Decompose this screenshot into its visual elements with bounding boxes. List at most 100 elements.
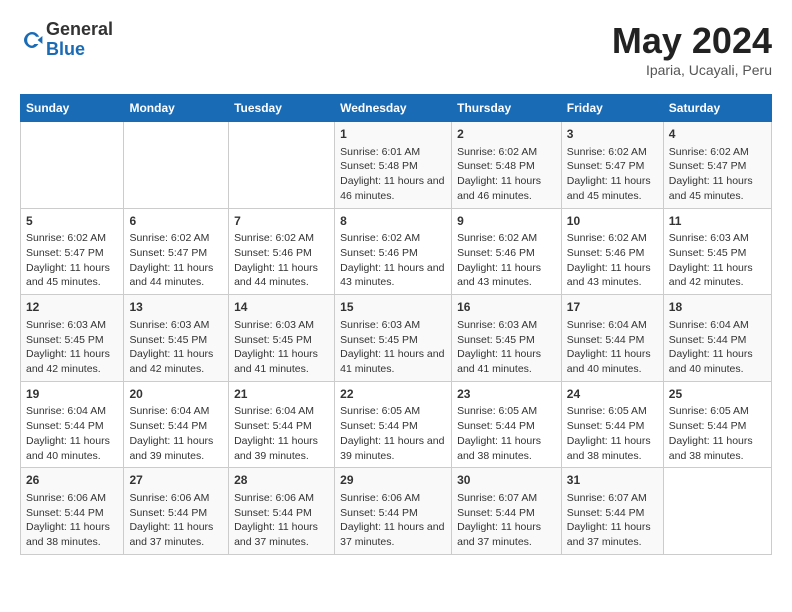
- day-detail: Sunrise: 6:02 AMSunset: 5:46 PMDaylight:…: [340, 231, 446, 290]
- day-cell: 17 Sunrise: 6:04 AMSunset: 5:44 PMDayligh…: [561, 295, 663, 382]
- day-detail: Sunrise: 6:04 AMSunset: 5:44 PMDaylight:…: [234, 404, 329, 463]
- header-cell-tuesday: Tuesday: [229, 95, 335, 122]
- day-cell: 28 Sunrise: 6:06 AMSunset: 5:44 PMDayligh…: [229, 468, 335, 555]
- day-detail: Sunrise: 6:02 AMSunset: 5:47 PMDaylight:…: [567, 145, 658, 204]
- header-cell-sunday: Sunday: [21, 95, 124, 122]
- day-detail: Sunrise: 6:04 AMSunset: 5:44 PMDaylight:…: [567, 318, 658, 377]
- day-number: 11: [669, 213, 766, 230]
- day-cell: 21Sunrise: 6:04 AMSunset: 5:44 PMDayligh…: [229, 381, 335, 468]
- day-detail: Sunrise: 6:05 AMSunset: 5:44 PMDaylight:…: [567, 404, 658, 463]
- week-row-4: 19Sunrise: 6:04 AMSunset: 5:44 PMDayligh…: [21, 381, 772, 468]
- day-detail: Sunrise: 6:05 AMSunset: 5:44 PMDaylight:…: [669, 404, 766, 463]
- day-detail: Sunrise: 6:02 AMSunset: 5:47 PMDaylight:…: [129, 231, 223, 290]
- day-detail: Sunrise: 6:06 AMSunset: 5:44 PMDaylight:…: [234, 491, 329, 550]
- day-cell: 29Sunrise: 6:06 AMSunset: 5:44 PMDayligh…: [335, 468, 452, 555]
- day-cell: 31 Sunrise: 6:07 AMSunset: 5:44 PMDayligh…: [561, 468, 663, 555]
- day-cell: 25Sunrise: 6:05 AMSunset: 5:44 PMDayligh…: [663, 381, 771, 468]
- day-number: 14: [234, 299, 329, 316]
- day-cell: 1 Sunrise: 6:01 AMSunset: 5:48 PMDaylight…: [335, 122, 452, 209]
- header-row: SundayMondayTuesdayWednesdayThursdayFrid…: [21, 95, 772, 122]
- day-cell: 11Sunrise: 6:03 AMSunset: 5:45 PMDayligh…: [663, 208, 771, 295]
- day-detail: Sunrise: 6:04 AMSunset: 5:44 PMDaylight:…: [26, 404, 118, 463]
- day-detail: Sunrise: 6:02 AMSunset: 5:46 PMDaylight:…: [457, 231, 556, 290]
- day-detail: Sunrise: 6:03 AMSunset: 5:45 PMDaylight:…: [26, 318, 118, 377]
- day-number: 16: [457, 299, 556, 316]
- title-block: May 2024 Iparia, Ucayali, Peru: [612, 20, 772, 78]
- day-cell: 13 Sunrise: 6:03 AMSunset: 5:45 PMDayligh…: [124, 295, 229, 382]
- week-row-1: 1 Sunrise: 6:01 AMSunset: 5:48 PMDaylight…: [21, 122, 772, 209]
- logo-icon: [20, 28, 44, 52]
- day-number: 13: [129, 299, 223, 316]
- calendar-header: SundayMondayTuesdayWednesdayThursdayFrid…: [21, 95, 772, 122]
- day-detail: Sunrise: 6:02 AMSunset: 5:48 PMDaylight:…: [457, 145, 556, 204]
- day-number: 12: [26, 299, 118, 316]
- day-detail: Sunrise: 6:02 AMSunset: 5:46 PMDaylight:…: [234, 231, 329, 290]
- day-number: 28: [234, 472, 329, 489]
- day-number: 5: [26, 213, 118, 230]
- day-cell: 6Sunrise: 6:02 AMSunset: 5:47 PMDaylight…: [124, 208, 229, 295]
- day-number: 1: [340, 126, 446, 143]
- day-number: 10: [567, 213, 658, 230]
- day-number: 27: [129, 472, 223, 489]
- day-detail: Sunrise: 6:03 AMSunset: 5:45 PMDaylight:…: [129, 318, 223, 377]
- day-number: 8: [340, 213, 446, 230]
- day-cell: 20Sunrise: 6:04 AMSunset: 5:44 PMDayligh…: [124, 381, 229, 468]
- day-number: 7: [234, 213, 329, 230]
- week-row-5: 26 Sunrise: 6:06 AMSunset: 5:44 PMDayligh…: [21, 468, 772, 555]
- day-detail: Sunrise: 6:06 AMSunset: 5:44 PMDaylight:…: [129, 491, 223, 550]
- day-number: 22: [340, 386, 446, 403]
- header-cell-saturday: Saturday: [663, 95, 771, 122]
- day-detail: Sunrise: 6:05 AMSunset: 5:44 PMDaylight:…: [340, 404, 446, 463]
- day-detail: Sunrise: 6:02 AMSunset: 5:46 PMDaylight:…: [567, 231, 658, 290]
- day-number: 30: [457, 472, 556, 489]
- day-detail: Sunrise: 6:03 AMSunset: 5:45 PMDaylight:…: [234, 318, 329, 377]
- day-number: 25: [669, 386, 766, 403]
- day-cell: 5Sunrise: 6:02 AMSunset: 5:47 PMDaylight…: [21, 208, 124, 295]
- day-detail: Sunrise: 6:03 AMSunset: 5:45 PMDaylight:…: [457, 318, 556, 377]
- day-cell: 30 Sunrise: 6:07 AMSunset: 5:44 PMDayligh…: [452, 468, 562, 555]
- calendar-body: 1 Sunrise: 6:01 AMSunset: 5:48 PMDaylight…: [21, 122, 772, 555]
- day-number: 19: [26, 386, 118, 403]
- day-cell: [21, 122, 124, 209]
- day-cell: 27 Sunrise: 6:06 AMSunset: 5:44 PMDayligh…: [124, 468, 229, 555]
- day-cell: [229, 122, 335, 209]
- header-cell-thursday: Thursday: [452, 95, 562, 122]
- logo-text: General Blue: [46, 20, 113, 60]
- calendar-table: SundayMondayTuesdayWednesdayThursdayFrid…: [20, 94, 772, 555]
- day-number: 6: [129, 213, 223, 230]
- day-detail: Sunrise: 6:02 AMSunset: 5:47 PMDaylight:…: [669, 145, 766, 204]
- day-detail: Sunrise: 6:06 AMSunset: 5:44 PMDaylight:…: [340, 491, 446, 550]
- header-cell-wednesday: Wednesday: [335, 95, 452, 122]
- day-number: 20: [129, 386, 223, 403]
- day-detail: Sunrise: 6:04 AMSunset: 5:44 PMDaylight:…: [669, 318, 766, 377]
- day-number: 2: [457, 126, 556, 143]
- day-detail: Sunrise: 6:07 AMSunset: 5:44 PMDaylight:…: [457, 491, 556, 550]
- day-cell: 18Sunrise: 6:04 AMSunset: 5:44 PMDayligh…: [663, 295, 771, 382]
- day-cell: 4 Sunrise: 6:02 AMSunset: 5:47 PMDaylight…: [663, 122, 771, 209]
- day-number: 24: [567, 386, 658, 403]
- day-cell: 14 Sunrise: 6:03 AMSunset: 5:45 PMDayligh…: [229, 295, 335, 382]
- day-detail: Sunrise: 6:05 AMSunset: 5:44 PMDaylight:…: [457, 404, 556, 463]
- day-cell: 26Sunrise: 6:06 AMSunset: 5:44 PMDayligh…: [21, 468, 124, 555]
- day-detail: Sunrise: 6:01 AMSunset: 5:48 PMDaylight:…: [340, 145, 446, 204]
- day-detail: Sunrise: 6:03 AMSunset: 5:45 PMDaylight:…: [340, 318, 446, 377]
- day-cell: 2 Sunrise: 6:02 AMSunset: 5:48 PMDaylight…: [452, 122, 562, 209]
- day-number: 4: [669, 126, 766, 143]
- location-subtitle: Iparia, Ucayali, Peru: [612, 62, 772, 78]
- day-cell: 7Sunrise: 6:02 AMSunset: 5:46 PMDaylight…: [229, 208, 335, 295]
- day-cell: 16 Sunrise: 6:03 AMSunset: 5:45 PMDayligh…: [452, 295, 562, 382]
- day-detail: Sunrise: 6:07 AMSunset: 5:44 PMDaylight:…: [567, 491, 658, 550]
- day-detail: Sunrise: 6:02 AMSunset: 5:47 PMDaylight:…: [26, 231, 118, 290]
- day-number: 31: [567, 472, 658, 489]
- day-cell: 19Sunrise: 6:04 AMSunset: 5:44 PMDayligh…: [21, 381, 124, 468]
- day-cell: 12 Sunrise: 6:03 AMSunset: 5:45 PMDayligh…: [21, 295, 124, 382]
- day-cell: 15 Sunrise: 6:03 AMSunset: 5:45 PMDayligh…: [335, 295, 452, 382]
- week-row-3: 12 Sunrise: 6:03 AMSunset: 5:45 PMDayligh…: [21, 295, 772, 382]
- day-cell: 22Sunrise: 6:05 AMSunset: 5:44 PMDayligh…: [335, 381, 452, 468]
- day-number: 17: [567, 299, 658, 316]
- day-number: 15: [340, 299, 446, 316]
- day-number: 26: [26, 472, 118, 489]
- logo: General Blue: [20, 20, 113, 60]
- day-cell: 23Sunrise: 6:05 AMSunset: 5:44 PMDayligh…: [452, 381, 562, 468]
- day-cell: 3Sunrise: 6:02 AMSunset: 5:47 PMDaylight…: [561, 122, 663, 209]
